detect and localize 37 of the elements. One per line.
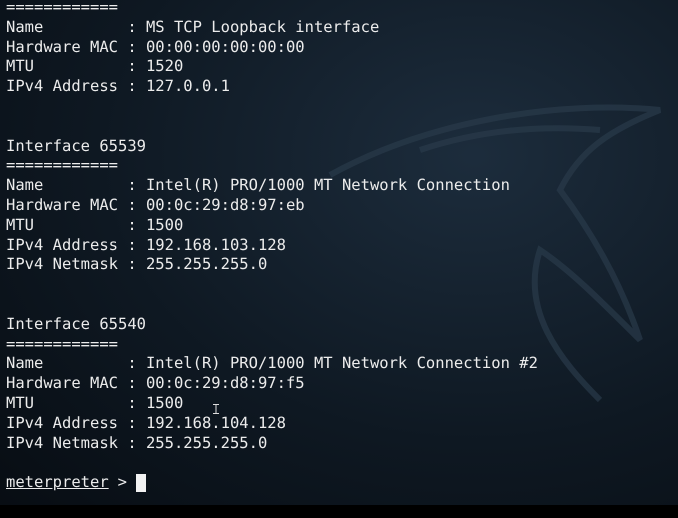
separator-line: ============ <box>6 0 119 18</box>
field-label: IPv4 Netmask <box>6 434 119 454</box>
field-label: Hardware MAC <box>6 196 119 216</box>
interface-heading: Interface 65539 <box>6 136 147 156</box>
field-value: : Intel(R) PRO/1000 MT Network Connection #2 <box>127 354 538 372</box>
field-value: : 00:0c:29:d8:97:f5 <box>127 374 305 392</box>
prompt-name: meterpreter <box>6 473 109 493</box>
field-value: : 1500 <box>127 394 184 412</box>
field-label: IPv4 Address <box>6 77 119 97</box>
field-value: : 127.0.0.1 <box>127 77 230 96</box>
field-value: : 255.255.255.0 <box>127 255 268 274</box>
field-value: : 1500 <box>127 216 184 234</box>
field-value: : 00:0c:29:d8:97:eb <box>127 196 305 214</box>
field-value: : 1520 <box>127 57 184 76</box>
field-label: IPv4 Address <box>6 414 119 434</box>
field-value: : 192.168.103.128 <box>127 236 286 254</box>
field-value: : Intel(R) PRO/1000 MT Network Connection <box>127 176 510 194</box>
field-label: IPv4 Address <box>6 236 119 256</box>
field-value: : 255.255.255.0 <box>127 434 268 452</box>
field-label: IPv4 Netmask <box>6 255 119 276</box>
prompt-symbol: > <box>118 473 127 493</box>
separator-line: ============ <box>6 334 119 354</box>
field-label: Hardware MAC <box>6 38 119 58</box>
separator-line: ============ <box>6 156 119 176</box>
field-label: MTU <box>6 394 35 414</box>
interface-heading: Interface 65540 <box>6 314 147 335</box>
field-value: : 00:00:00:00:00:00 <box>127 38 305 56</box>
field-value: : 192.168.104.128 <box>127 414 286 432</box>
field-label: Name <box>6 176 44 196</box>
field-value: : MS TCP Loopback interface <box>127 18 380 36</box>
field-label: Name <box>6 18 44 38</box>
field-label: Hardware MAC <box>6 374 119 394</box>
field-label: MTU <box>6 216 35 236</box>
text-cursor-icon <box>136 474 146 492</box>
field-label: MTU <box>6 57 35 78</box>
field-label: Name <box>6 354 44 374</box>
mouse-cursor-icon <box>213 404 219 414</box>
